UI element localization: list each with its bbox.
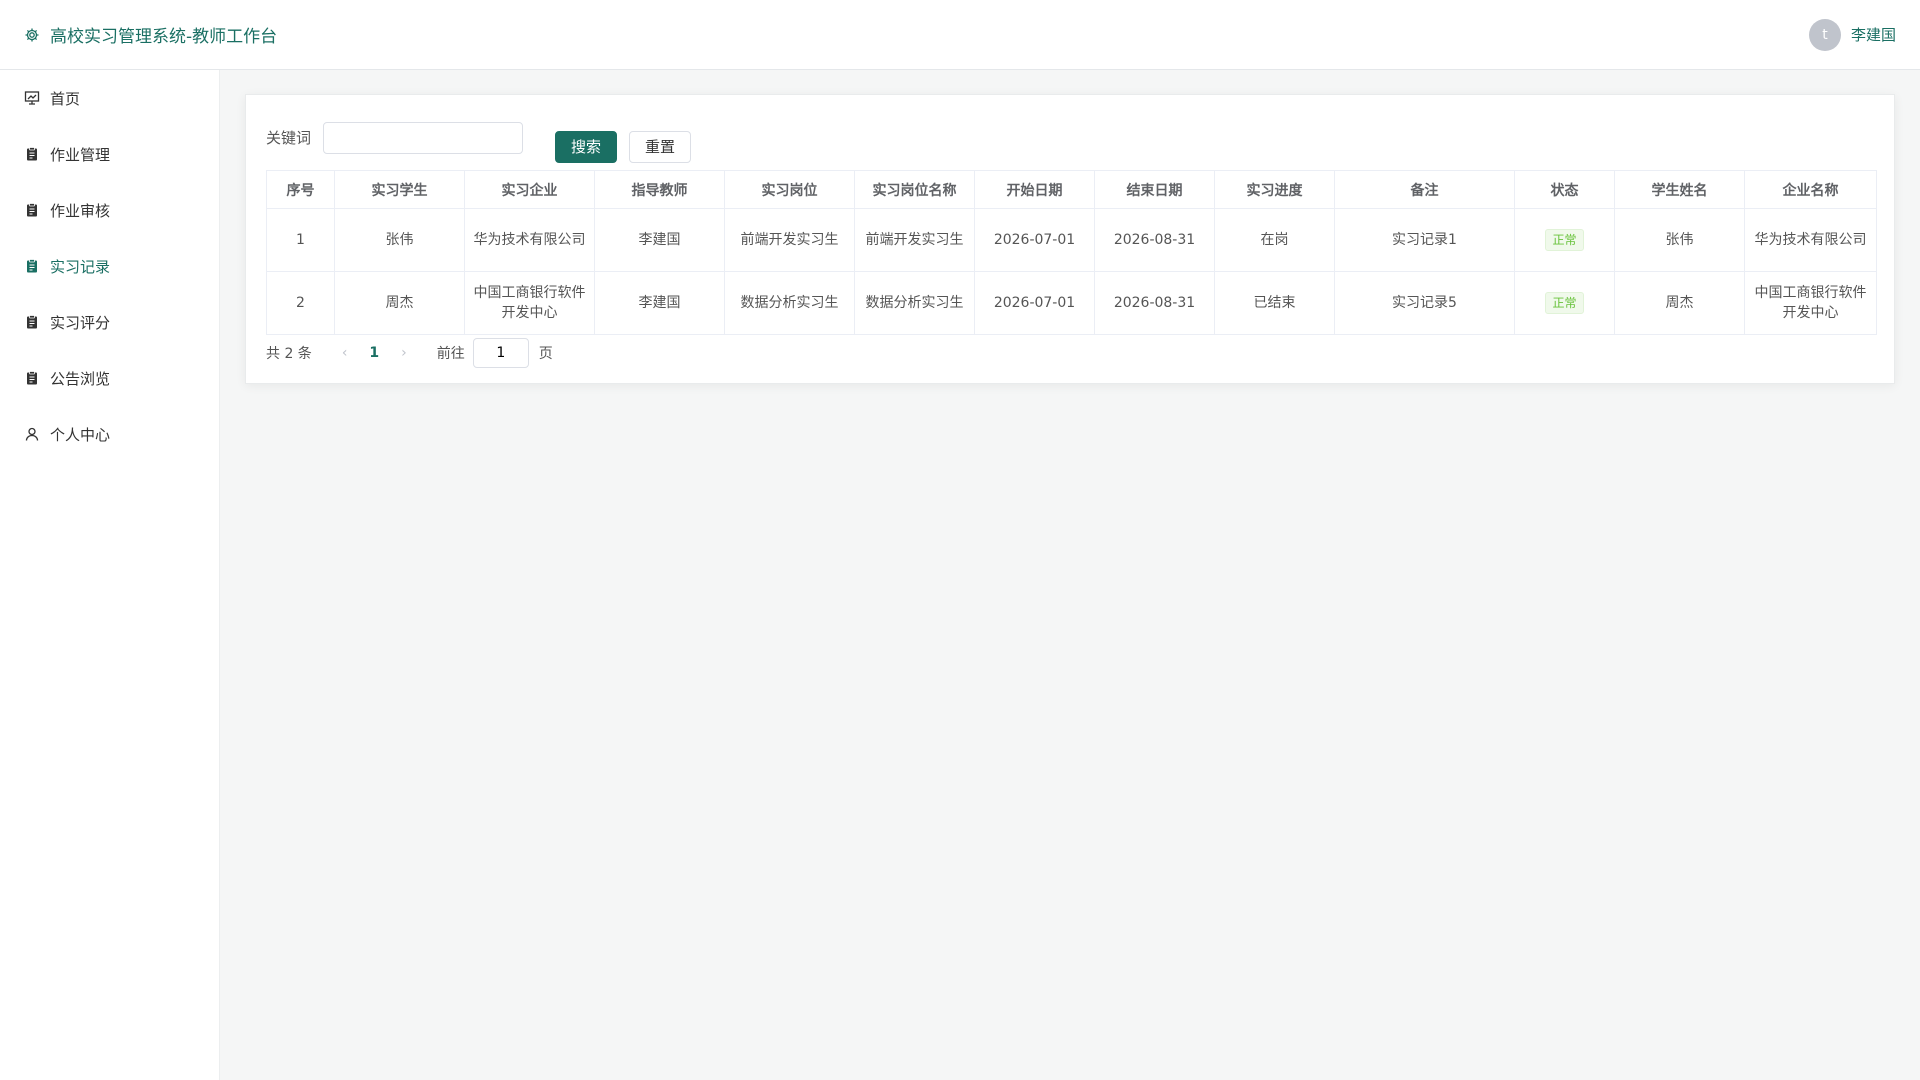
top-header: 高校实习管理系统-教师工作台 t 李建国	[0, 0, 1920, 70]
table-cell: 李建国	[594, 208, 725, 272]
clipboard-icon	[24, 258, 40, 274]
search-button[interactable]: 搜索	[555, 130, 618, 163]
goto-page-input[interactable]	[472, 338, 529, 368]
sidebar: 首页 作业管理 作业审核 实习记录 实习评分 公告浏览 个人中心	[0, 70, 220, 1080]
sidebar-item-label: 作业审核	[50, 201, 111, 220]
table-cell: 2026-08-31	[1094, 208, 1215, 272]
table-row: 1 张伟 华为技术有限公司 李建国 前端开发实习生 前端开发实习生 2026-0…	[266, 208, 1877, 272]
table-cell: 2	[266, 271, 335, 335]
chevron-right-icon[interactable]: ›	[401, 345, 407, 361]
table-cell: 2026-07-01	[974, 208, 1095, 272]
column-header: 开始日期	[974, 170, 1095, 209]
clipboard-icon	[24, 314, 40, 330]
table-cell: 张伟	[334, 208, 465, 272]
column-header: 备注	[1334, 170, 1515, 209]
status-badge: 正常	[1545, 229, 1584, 251]
user-menu[interactable]: t 李建国	[1808, 18, 1896, 51]
table-cell: 数据分析实习生	[854, 271, 975, 335]
records-table: 序号 实习学生 实习企业 指导教师 实习岗位 实习岗位名称 开始日期 结束日期 …	[266, 170, 1877, 335]
table-cell: 在岗	[1214, 208, 1335, 272]
sidebar-item-label: 公告浏览	[50, 369, 111, 388]
column-header: 指导教师	[594, 170, 725, 209]
table-cell: 前端开发实习生	[854, 208, 975, 272]
pagination: 共 2 条 ‹ 1 › 前往 页	[266, 335, 1874, 371]
total-count: 共 2 条	[266, 346, 312, 362]
brand: 高校实习管理系统-教师工作台	[24, 22, 277, 47]
sidebar-item-homework-review[interactable]: 作业审核	[0, 182, 219, 238]
table-cell: 实习记录1	[1334, 208, 1515, 272]
table-cell: 华为技术有限公司	[1744, 208, 1877, 272]
column-header: 实习岗位名称	[854, 170, 975, 209]
sidebar-item-label: 实习记录	[50, 257, 111, 276]
avatar[interactable]: t	[1808, 18, 1841, 51]
column-header: 状态	[1514, 170, 1615, 209]
table-cell: 2026-08-31	[1094, 271, 1215, 335]
table-cell: 张伟	[1614, 208, 1745, 272]
gear-icon	[24, 27, 40, 43]
clipboard-icon	[24, 370, 40, 386]
table-row: 2 周杰 中国工商银行软件开发中心 李建国 数据分析实习生 数据分析实习生 20…	[266, 271, 1877, 335]
chevron-left-icon[interactable]: ‹	[342, 345, 348, 361]
app-title: 高校实习管理系统-教师工作台	[50, 27, 278, 47]
goto-label: 前往	[436, 346, 465, 362]
column-header: 学生姓名	[1614, 170, 1745, 209]
table-cell: 周杰	[1614, 271, 1745, 335]
table-cell: 周杰	[334, 271, 465, 335]
table-cell: 数据分析实习生	[724, 271, 855, 335]
column-header: 序号	[266, 170, 335, 209]
records-card: 关键词 搜索 重置 序号 实习学生 实习企业 指导教师 实习岗位 实习岗位名称 …	[245, 94, 1895, 384]
sidebar-item-label: 作业管理	[50, 145, 111, 164]
table-cell: 1	[266, 208, 335, 272]
sidebar-item-homework-management[interactable]: 作业管理	[0, 126, 219, 182]
table-cell: 中国工商银行软件开发中心	[464, 271, 595, 335]
sidebar-item-label: 首页	[50, 89, 81, 108]
table-cell: 已结束	[1214, 271, 1335, 335]
clipboard-icon	[24, 202, 40, 218]
page-suffix: 页	[538, 346, 553, 362]
column-header: 企业名称	[1744, 170, 1877, 209]
table-cell: 华为技术有限公司	[464, 208, 595, 272]
user-name[interactable]: 李建国	[1851, 24, 1896, 45]
table-cell: 实习记录5	[1334, 271, 1515, 335]
page-number[interactable]: 1	[369, 345, 379, 361]
keyword-label: 关键词	[266, 129, 312, 147]
sidebar-item-label: 个人中心	[50, 425, 111, 444]
sidebar-item-internship-scoring[interactable]: 实习评分	[0, 294, 219, 350]
search-bar: 关键词 搜索 重置	[266, 115, 1874, 163]
sidebar-item-announcements[interactable]: 公告浏览	[0, 350, 219, 406]
status-badge: 正常	[1545, 292, 1584, 314]
clipboard-icon	[24, 146, 40, 162]
user-icon	[24, 426, 40, 442]
sidebar-item-label: 实习评分	[50, 313, 111, 332]
column-header: 实习学生	[334, 170, 465, 209]
column-header: 实习岗位	[724, 170, 855, 209]
keyword-input[interactable]	[323, 121, 524, 154]
column-header: 实习企业	[464, 170, 595, 209]
sidebar-item-internship-records[interactable]: 实习记录	[0, 238, 219, 294]
column-header: 实习进度	[1214, 170, 1335, 209]
sidebar-item-profile[interactable]: 个人中心	[0, 406, 219, 462]
table-cell: 正常	[1514, 208, 1615, 272]
dashboard-icon	[24, 90, 40, 106]
sidebar-item-home[interactable]: 首页	[0, 70, 219, 126]
table-header-row: 序号 实习学生 实习企业 指导教师 实习岗位 实习岗位名称 开始日期 结束日期 …	[266, 170, 1877, 209]
table-cell: 李建国	[594, 271, 725, 335]
table-cell: 正常	[1514, 271, 1615, 335]
table-cell: 中国工商银行软件开发中心	[1744, 271, 1877, 335]
table-cell: 前端开发实习生	[724, 208, 855, 272]
column-header: 结束日期	[1094, 170, 1215, 209]
reset-button[interactable]: 重置	[629, 130, 692, 163]
table-cell: 2026-07-01	[974, 271, 1095, 335]
